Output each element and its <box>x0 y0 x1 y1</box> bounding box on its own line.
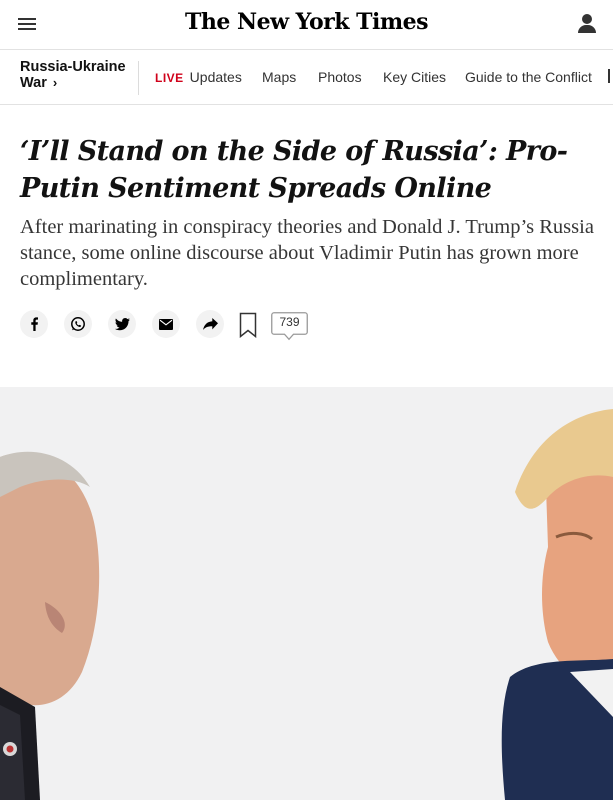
nav-link-key-cities[interactable]: Key Cities <box>383 69 446 85</box>
section-title-link[interactable]: Russia-Ukraine War › <box>20 59 126 91</box>
section-title-line2: War <box>20 75 47 91</box>
whatsapp-icon[interactable] <box>64 310 92 338</box>
comment-count: 739 <box>279 315 300 329</box>
nav-divider <box>138 61 139 95</box>
facebook-icon[interactable] <box>20 310 48 338</box>
live-badge: LIVE <box>155 71 184 85</box>
lead-photo <box>0 387 613 800</box>
nav-link-photos[interactable]: Photos <box>318 69 362 85</box>
section-nav: Russia-Ukraine War › LIVE Updates Maps Ph… <box>0 51 613 105</box>
nav-link-maps[interactable]: Maps <box>262 69 296 85</box>
nav-link-updates[interactable]: LIVE Updates <box>155 69 242 85</box>
email-icon[interactable] <box>152 310 180 338</box>
article-summary: After marinating in conspiracy theories … <box>20 216 594 290</box>
nav-link-label: Updates <box>189 69 242 85</box>
nav-overflow-indicator <box>608 69 610 83</box>
masthead: The New York Times <box>0 0 613 50</box>
chevron-right-icon: › <box>52 75 58 90</box>
nyt-logo[interactable]: The New York Times <box>0 9 613 35</box>
nav-link-guide[interactable]: Guide to the Conflict <box>465 69 592 85</box>
comments-button[interactable]: 739 <box>271 312 308 341</box>
share-arrow-icon[interactable] <box>196 310 224 338</box>
photo-subject-right <box>501 409 613 800</box>
article-headline: ‘I’ll Stand on the Side of Russia’: Pro-… <box>20 136 568 204</box>
photo-subject-left <box>0 451 100 800</box>
section-title-line1: Russia-Ukraine <box>20 59 126 75</box>
bookmark-icon[interactable] <box>239 312 257 343</box>
account-icon[interactable] <box>578 14 596 34</box>
twitter-icon[interactable] <box>108 310 136 338</box>
